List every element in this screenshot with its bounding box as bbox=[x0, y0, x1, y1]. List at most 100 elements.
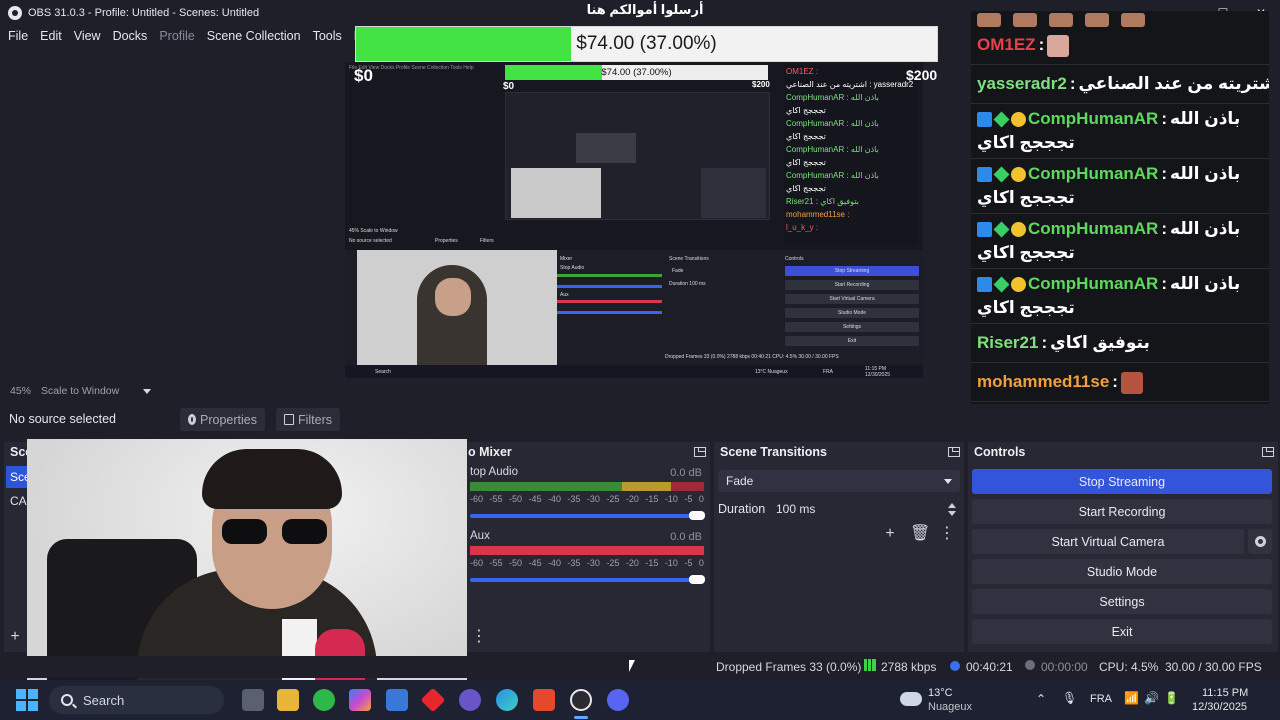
slider-handle[interactable] bbox=[689, 511, 705, 520]
chat-text: اشتريته من عند الصناعي bbox=[1078, 74, 1269, 93]
channel-name: Aux bbox=[470, 530, 490, 542]
taskbar-search[interactable]: Search bbox=[49, 686, 224, 714]
chat-separator: : bbox=[1069, 74, 1076, 93]
add-scene-button[interactable]: + bbox=[6, 628, 24, 646]
source-toolbar: No source selected Properties Filters bbox=[0, 404, 1280, 434]
chat-message: Riser21: بتوفيق اكاي bbox=[971, 327, 1269, 359]
scale-tick: -60 bbox=[470, 558, 484, 568]
studio-mode-button[interactable]: Studio Mode bbox=[972, 559, 1272, 584]
dropped-frames: Dropped Frames 33 (0.0%) bbox=[716, 660, 862, 674]
start-virtual-camera-button[interactable]: Start Virtual Camera bbox=[972, 529, 1244, 554]
virtual-camera-settings-button[interactable] bbox=[1248, 529, 1272, 554]
chevron-down-icon[interactable] bbox=[948, 511, 956, 516]
chat-divider bbox=[971, 323, 1269, 324]
popout-icon[interactable] bbox=[1262, 446, 1274, 457]
trash-icon[interactable]: 🗑 bbox=[910, 525, 930, 543]
chevron-up-icon[interactable]: ⌃ bbox=[1036, 692, 1046, 706]
webcam-overlay bbox=[27, 439, 467, 689]
microphone-icon[interactable]: 🎙 bbox=[1062, 691, 1077, 705]
menu-view[interactable]: View bbox=[68, 29, 107, 43]
windows-start-icon[interactable] bbox=[16, 689, 38, 711]
menu-docks[interactable]: Docks bbox=[107, 29, 154, 43]
properties-button[interactable]: Properties bbox=[180, 408, 265, 431]
mirror-fade: Fade bbox=[672, 268, 684, 274]
scale-mode-select[interactable]: Scale to Window bbox=[41, 385, 119, 397]
chevron-down-icon[interactable] bbox=[143, 388, 152, 394]
mirror-goal-min: $0 bbox=[503, 81, 515, 92]
duration-label: Duration bbox=[718, 502, 766, 516]
obs-taskbar-icon[interactable] bbox=[570, 689, 592, 711]
chat-divider bbox=[971, 213, 1269, 214]
chat-message: CompHumanAR: باذن الله تجججج اكاي bbox=[971, 107, 1269, 155]
volume-slider[interactable] bbox=[470, 511, 705, 520]
badge-icon bbox=[1011, 112, 1026, 128]
anydesk-icon[interactable] bbox=[420, 687, 446, 713]
mouse-cursor-icon bbox=[629, 660, 635, 672]
edge-icon[interactable] bbox=[496, 689, 518, 711]
mirror-chat-line: mohammed11se : bbox=[786, 210, 850, 219]
scale-tick: -30 bbox=[586, 558, 600, 568]
clock-date[interactable]: 12/30/2025 bbox=[1192, 701, 1247, 713]
mirror-chat-line: تجججج اكاي bbox=[786, 106, 826, 115]
discord-icon[interactable] bbox=[607, 689, 629, 711]
chat-divider bbox=[971, 103, 1269, 104]
chevron-up-icon[interactable] bbox=[948, 503, 956, 508]
menu-tools[interactable]: Tools bbox=[307, 29, 348, 43]
scale-tick: -35 bbox=[567, 494, 581, 504]
active-indicator bbox=[574, 716, 588, 719]
scale-tick: -5 bbox=[684, 558, 693, 568]
mirror-webcam bbox=[357, 250, 557, 365]
task-view-icon[interactable] bbox=[242, 689, 264, 711]
stop-streaming-button[interactable]: Stop Streaming bbox=[972, 469, 1272, 494]
mirror-properties: Properties bbox=[435, 238, 458, 244]
menu-scene-collection[interactable]: Scene Collection bbox=[201, 29, 307, 43]
add-transition-icon[interactable]: + bbox=[881, 525, 899, 543]
mirror-chat-line: اشتريته من عند الصناعي : yasseradr2 bbox=[786, 80, 914, 89]
start-recording-button[interactable]: Start Recording bbox=[972, 499, 1272, 524]
mirror-chat-line: CompHumanAR : باذن الله bbox=[786, 119, 879, 128]
meter-scale: -60 -55 -50 -45 -40 -35 -30 -25 -20 -15 -10 -5 0 bbox=[470, 494, 704, 504]
scale-tick: -45 bbox=[528, 558, 542, 568]
scale-tick: -25 bbox=[606, 494, 620, 504]
live-time: 00:40:21 bbox=[966, 660, 1013, 674]
chat-username: CompHumanAR bbox=[1028, 219, 1159, 238]
mixer-title: o Mixer bbox=[468, 445, 512, 459]
scene-transitions-dock: Scene Transitions Fade Duration 100 ms +… bbox=[714, 442, 964, 652]
mirror-chat-line: CompHumanAR : باذن الله bbox=[786, 93, 879, 102]
filter-icon bbox=[284, 414, 294, 425]
app-icon[interactable] bbox=[459, 689, 481, 711]
store-icon[interactable] bbox=[386, 689, 408, 711]
filters-button[interactable]: Filters bbox=[276, 408, 340, 431]
volume-icon[interactable]: 🔊 bbox=[1144, 691, 1159, 705]
duration-input[interactable]: 100 ms bbox=[770, 498, 960, 520]
chat-text: باذن الله bbox=[1170, 109, 1241, 128]
xbox-icon[interactable] bbox=[313, 689, 335, 711]
brave-icon[interactable] bbox=[533, 689, 555, 711]
popout-icon[interactable] bbox=[948, 446, 960, 457]
mixer-menu-icon[interactable]: ⋮ bbox=[470, 628, 488, 646]
transition-select[interactable]: Fade bbox=[718, 470, 960, 492]
language-indicator[interactable]: FRA bbox=[1090, 693, 1112, 705]
menu-file[interactable]: File bbox=[2, 29, 34, 43]
popout-icon[interactable] bbox=[694, 446, 706, 457]
battery-icon[interactable]: 🔋 bbox=[1164, 691, 1179, 705]
volume-slider[interactable] bbox=[470, 575, 705, 584]
exit-button[interactable]: Exit bbox=[972, 619, 1272, 644]
mirror-search: Search bbox=[375, 369, 391, 375]
chat-text: تجججج اكاي bbox=[977, 133, 1075, 152]
mirror-aux: Aux bbox=[560, 292, 569, 298]
more-icon[interactable]: ⋮ bbox=[938, 525, 956, 543]
menu-edit[interactable]: Edit bbox=[34, 29, 68, 43]
wifi-icon[interactable]: 📶 bbox=[1124, 691, 1139, 705]
badge-icon bbox=[993, 276, 1010, 293]
menu-profile[interactable]: Profile bbox=[153, 29, 200, 43]
clock-time[interactable]: 11:15 PM bbox=[1202, 687, 1248, 699]
settings-button[interactable]: Settings bbox=[972, 589, 1272, 614]
scale-tick: -40 bbox=[547, 558, 561, 568]
file-explorer-icon[interactable] bbox=[277, 689, 299, 711]
copilot-icon[interactable] bbox=[349, 689, 371, 711]
search-icon bbox=[61, 694, 73, 706]
slider-handle[interactable] bbox=[689, 575, 705, 584]
mirror-chat-line: CompHumanAR : باذن الله bbox=[786, 171, 879, 180]
badge-icon bbox=[993, 166, 1010, 183]
